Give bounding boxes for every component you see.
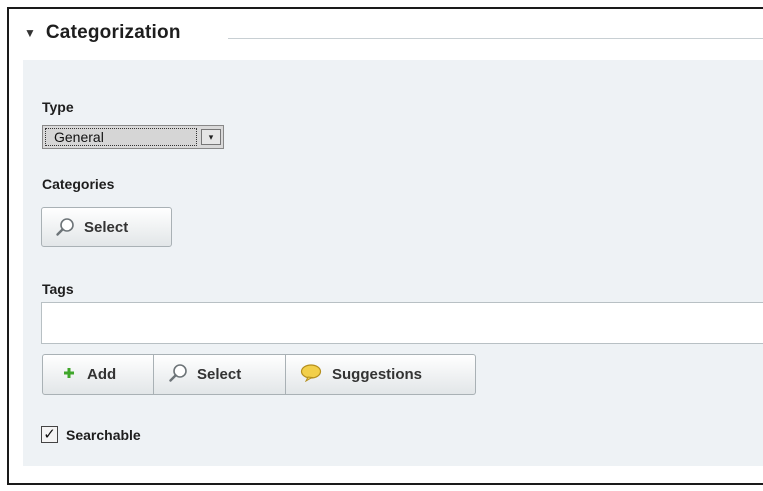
- magnifier-icon: [55, 217, 75, 237]
- tags-button-group: Add Select Suggestions: [42, 354, 476, 395]
- type-label: Type: [42, 99, 74, 115]
- searchable-label: Searchable: [66, 427, 141, 443]
- select-tag-button[interactable]: Select: [154, 354, 286, 395]
- type-select-value: General: [45, 128, 197, 146]
- suggestions-button[interactable]: Suggestions: [286, 354, 476, 395]
- tags-label: Tags: [42, 281, 74, 297]
- categories-label: Categories: [42, 176, 115, 192]
- categories-select-button[interactable]: Select: [41, 207, 172, 247]
- speech-bubble-icon: [300, 363, 322, 386]
- chevron-down-icon[interactable]: ▾: [201, 129, 221, 145]
- searchable-checkbox[interactable]: ✓: [41, 426, 58, 443]
- categories-select-label: Select: [84, 218, 129, 236]
- type-select[interactable]: General ▾: [42, 125, 224, 149]
- plus-icon: [63, 366, 75, 383]
- suggestions-label: Suggestions: [332, 366, 423, 383]
- categorization-panel: [23, 60, 763, 466]
- section-legend[interactable]: ▼ Categorization: [24, 22, 195, 44]
- section-title: Categorization: [45, 22, 181, 43]
- add-tag-button[interactable]: Add: [42, 354, 154, 395]
- fieldset-legend-line: [228, 38, 763, 39]
- tags-input[interactable]: [41, 302, 763, 344]
- add-tag-label: Add: [87, 366, 117, 383]
- select-tag-label: Select: [197, 366, 242, 383]
- magnifier-icon: [168, 363, 188, 387]
- triangle-down-icon[interactable]: ▼: [24, 27, 36, 39]
